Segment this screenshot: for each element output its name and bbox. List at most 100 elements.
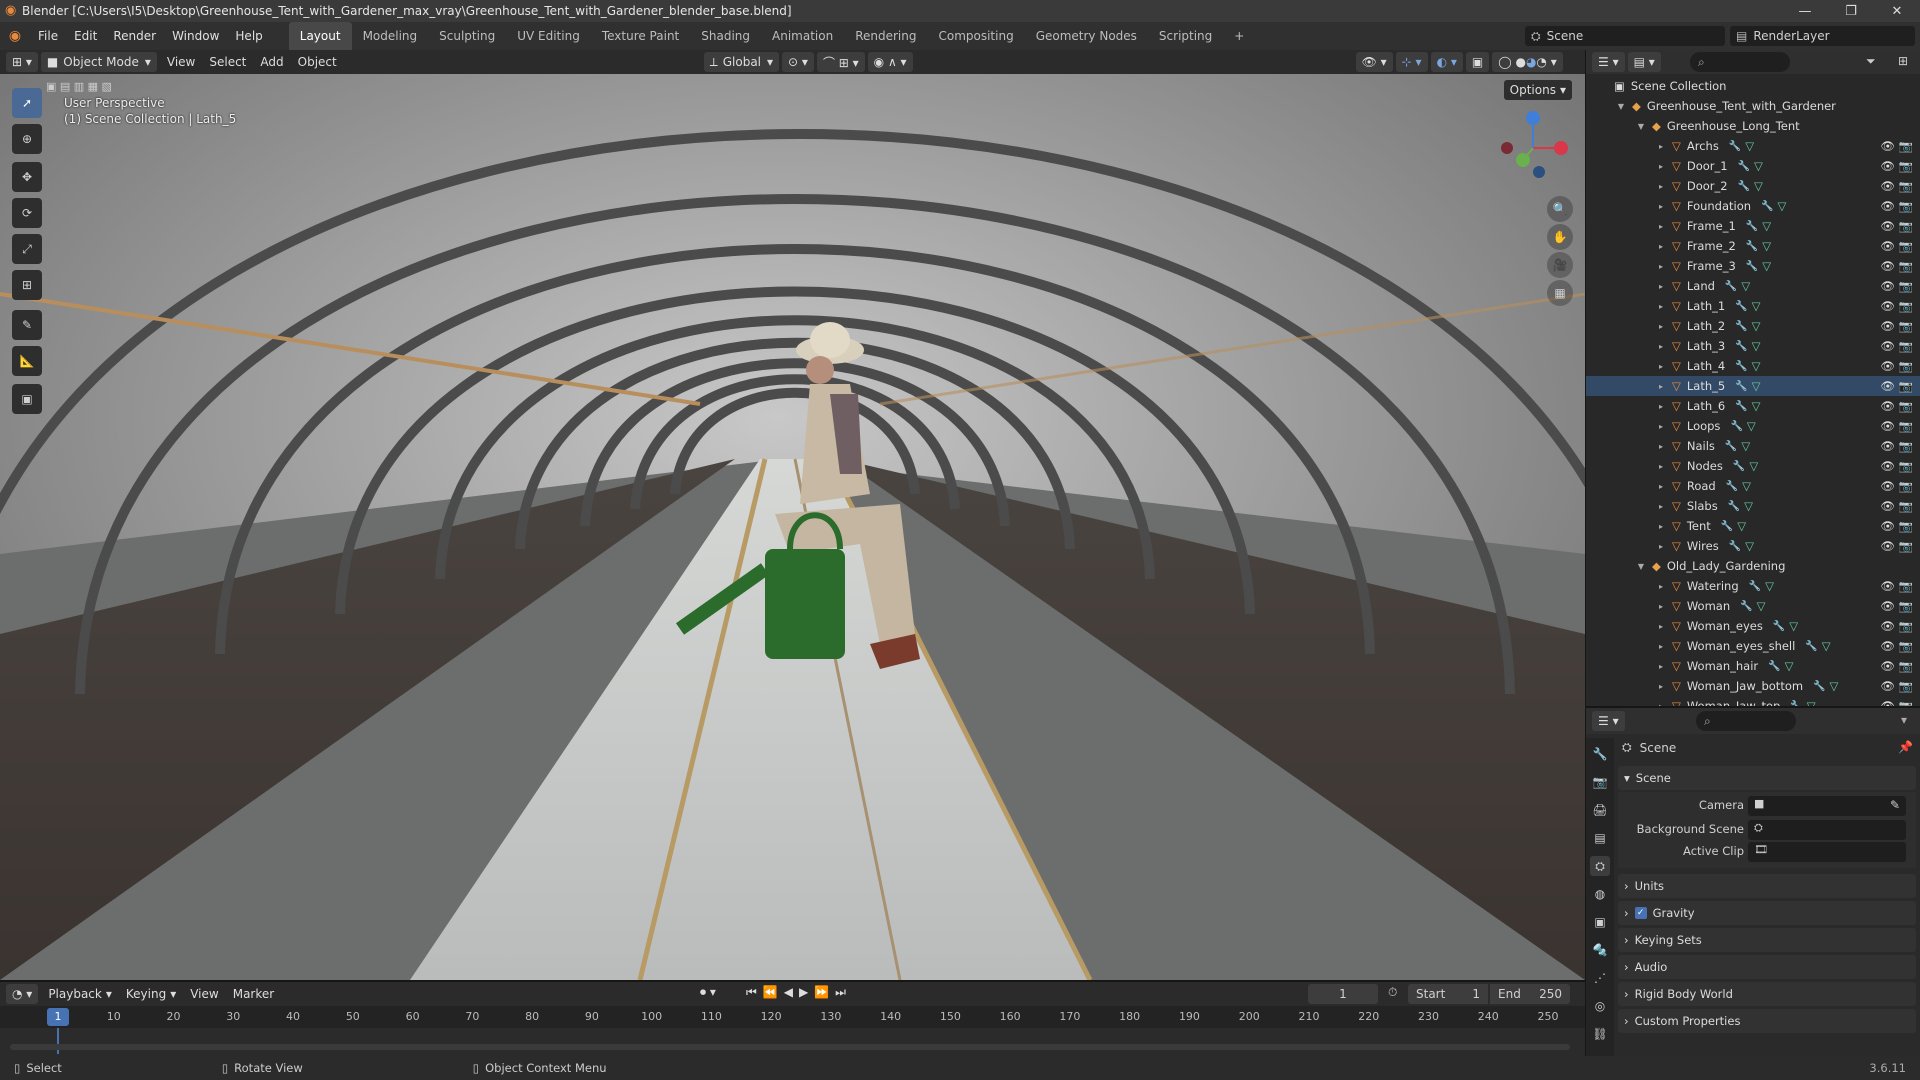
eye-icon[interactable]: 👁 bbox=[1880, 419, 1895, 433]
units-panel-header[interactable]: › Units bbox=[1618, 874, 1916, 898]
tab-scripting[interactable]: Scripting bbox=[1148, 22, 1223, 50]
view-layer-tab-icon[interactable]: ▤ bbox=[1590, 828, 1610, 848]
mesh-data-icon[interactable]: ▽ bbox=[1745, 139, 1754, 153]
chevron-right-icon[interactable]: ▸ bbox=[1656, 422, 1666, 431]
gravity-checkbox[interactable]: ✓ bbox=[1634, 907, 1647, 919]
mesh-data-icon[interactable]: ▽ bbox=[1752, 399, 1761, 413]
frame-ruler[interactable]: 10 20 30 40 50 60 70 80 90 100 110 120 130 140 150 160 1… bbox=[0, 1006, 1585, 1028]
menu-view[interactable]: View bbox=[160, 52, 202, 72]
modifier-icon[interactable]: 🔧 bbox=[1735, 341, 1747, 352]
clock-icon[interactable]: ⏱ bbox=[1388, 985, 1397, 1000]
chevron-right-icon[interactable]: ▸ bbox=[1656, 382, 1666, 391]
render-camera-icon[interactable]: 📷 bbox=[1899, 279, 1913, 293]
render-camera-icon[interactable]: 📷 bbox=[1899, 619, 1913, 633]
tab-geometry-nodes[interactable]: Geometry Nodes bbox=[1025, 22, 1148, 50]
keying-sets-panel-header[interactable]: › Keying Sets bbox=[1618, 928, 1916, 952]
properties-editor-type[interactable]: ☰ ▾ bbox=[1592, 711, 1625, 731]
outliner-row-object[interactable]: ▸ ▽ Frame_3 🔧 ▽ 👁 📷 bbox=[1586, 256, 1920, 276]
outliner-row-object[interactable]: ▸ ▽ Lath_2 🔧 ▽ 👁 📷 bbox=[1586, 316, 1920, 336]
menu-edit[interactable]: Edit bbox=[66, 22, 105, 50]
annotate-tool[interactable]: ✎ bbox=[12, 310, 42, 340]
modifier-icon[interactable]: 🔧 bbox=[1805, 641, 1817, 652]
render-camera-icon[interactable]: 📷 bbox=[1899, 539, 1913, 553]
modifier-icon[interactable]: 🔧 bbox=[1725, 281, 1737, 292]
outliner-row-object[interactable]: ▸ ▽ Door_2 🔧 ▽ 👁 📷 bbox=[1586, 176, 1920, 196]
menu-keying[interactable]: Keying ▾ bbox=[119, 984, 183, 1004]
render-camera-icon[interactable]: 📷 bbox=[1899, 419, 1913, 433]
chevron-right-icon[interactable]: ▸ bbox=[1656, 622, 1666, 631]
render-camera-icon[interactable]: 📷 bbox=[1899, 179, 1913, 193]
tool-tab-icon[interactable]: 🔧 bbox=[1590, 744, 1610, 764]
gizmo-toggle[interactable]: ⊹ ▾ bbox=[1395, 52, 1428, 72]
playhead-marker[interactable]: 1 bbox=[47, 1008, 69, 1026]
pivot-dropdown[interactable]: ⊙ ▾ bbox=[782, 52, 814, 72]
chevron-right-icon[interactable]: ▸ bbox=[1656, 502, 1666, 511]
current-frame-field[interactable]: 1 bbox=[1308, 984, 1378, 1004]
measure-tool[interactable]: 📐 bbox=[12, 346, 42, 376]
tab-sculpting[interactable]: Sculpting bbox=[428, 22, 506, 50]
physics-tab-icon[interactable]: ◎ bbox=[1590, 996, 1610, 1016]
chevron-right-icon[interactable]: ▸ bbox=[1656, 482, 1666, 491]
modifier-icon[interactable]: 🔧 bbox=[1773, 621, 1785, 632]
tab-shading[interactable]: Shading bbox=[690, 22, 761, 50]
restore-icon[interactable]: ❐ bbox=[1828, 0, 1874, 22]
menu-playback[interactable]: Playback ▾ bbox=[41, 984, 119, 1004]
outliner-row-scene-collection[interactable]: ▣ Scene Collection bbox=[1586, 76, 1920, 96]
modifier-icon[interactable]: 🔧 bbox=[1735, 301, 1747, 312]
tab-rendering[interactable]: Rendering bbox=[844, 22, 927, 50]
chevron-right-icon[interactable]: ▸ bbox=[1656, 242, 1666, 251]
eye-icon[interactable]: 👁 bbox=[1880, 319, 1895, 333]
chevron-right-icon[interactable]: ▸ bbox=[1656, 342, 1666, 351]
zoom-icon[interactable]: 🔍 bbox=[1547, 196, 1573, 222]
mesh-data-icon[interactable]: ▽ bbox=[1778, 199, 1787, 213]
chevron-down-icon[interactable]: ▼ bbox=[1616, 102, 1626, 111]
modifier-icon[interactable]: 🔧 bbox=[1738, 161, 1750, 172]
scene-tab-icon[interactable]: ⛭ bbox=[1590, 856, 1610, 876]
editor-type-button[interactable]: ⊞ ▾ bbox=[6, 52, 38, 72]
eye-icon[interactable]: 👁 bbox=[1880, 479, 1895, 493]
eye-icon[interactable]: 👁 bbox=[1880, 459, 1895, 473]
render-camera-icon[interactable]: 📷 bbox=[1899, 519, 1913, 533]
outliner-row-object[interactable]: ▸ ▽ Watering 🔧 ▽ 👁 📷 bbox=[1586, 576, 1920, 596]
eye-icon[interactable]: 👁 bbox=[1880, 619, 1895, 633]
eye-icon[interactable]: 👁 bbox=[1880, 139, 1895, 153]
mesh-data-icon[interactable]: ▽ bbox=[1757, 599, 1766, 613]
mesh-data-icon[interactable]: ▽ bbox=[1830, 679, 1839, 693]
xray-toggle[interactable]: ▣ bbox=[1465, 52, 1490, 72]
eye-icon[interactable]: 👁 bbox=[1880, 519, 1895, 533]
add-cube-tool[interactable]: ▣ bbox=[12, 384, 42, 414]
render-camera-icon[interactable]: 📷 bbox=[1899, 459, 1913, 473]
move-tool[interactable]: ✥ bbox=[12, 162, 42, 192]
eye-icon[interactable]: 👁 bbox=[1880, 179, 1895, 193]
render-camera-icon[interactable]: 📷 bbox=[1899, 599, 1913, 613]
eyedropper-icon[interactable]: ✎ bbox=[1890, 798, 1900, 812]
render-camera-icon[interactable]: 📷 bbox=[1899, 679, 1913, 693]
render-camera-icon[interactable]: 📷 bbox=[1899, 319, 1913, 333]
chevron-down-icon[interactable]: ▼ bbox=[1636, 562, 1646, 571]
chevron-right-icon[interactable]: ▸ bbox=[1656, 142, 1666, 151]
chevron-right-icon[interactable]: ▸ bbox=[1656, 262, 1666, 271]
outliner-row-object[interactable]: ▸ ▽ Frame_2 🔧 ▽ 👁 📷 bbox=[1586, 236, 1920, 256]
display-mode-dropdown[interactable]: ▤ ▾ bbox=[1627, 52, 1661, 72]
mesh-data-icon[interactable]: ▽ bbox=[1762, 259, 1771, 273]
render-camera-icon[interactable]: 📷 bbox=[1899, 579, 1913, 593]
render-camera-icon[interactable]: 📷 bbox=[1899, 499, 1913, 513]
mode-dropdown[interactable]: ■ Object Mode ▾ bbox=[40, 52, 157, 72]
render-camera-icon[interactable]: 📷 bbox=[1899, 639, 1913, 653]
chevron-right-icon[interactable]: ▸ bbox=[1656, 542, 1666, 551]
render-camera-icon[interactable]: 📷 bbox=[1899, 339, 1913, 353]
eye-icon[interactable]: 👁 bbox=[1880, 499, 1895, 513]
snap-toggle[interactable]: ⌒ ⊞ ▾ bbox=[816, 52, 865, 72]
modifier-icon[interactable]: 🔧 bbox=[1749, 581, 1761, 592]
outliner-row-collection[interactable]: ▼ ◆ Greenhouse_Tent_with_Gardener bbox=[1586, 96, 1920, 116]
outliner-row-object[interactable]: ▸ ▽ Lath_6 🔧 ▽ 👁 📷 bbox=[1586, 396, 1920, 416]
outliner-row-object[interactable]: ▸ ▽ Frame_1 🔧 ▽ 👁 📷 bbox=[1586, 216, 1920, 236]
menu-window[interactable]: Window bbox=[164, 22, 227, 50]
custom-properties-panel-header[interactable]: › Custom Properties bbox=[1618, 1009, 1916, 1033]
outliner-row-collection[interactable]: ▼ ◆ Old_Lady_Gardening bbox=[1586, 556, 1920, 576]
constraints-tab-icon[interactable]: ⛓ bbox=[1590, 1024, 1610, 1044]
modifier-icon[interactable]: 🔧 bbox=[1735, 361, 1747, 372]
audio-panel-header[interactable]: › Audio bbox=[1618, 955, 1916, 979]
chevron-down-icon[interactable]: ▼ bbox=[1636, 122, 1646, 131]
render-camera-icon[interactable]: 📷 bbox=[1899, 219, 1913, 233]
